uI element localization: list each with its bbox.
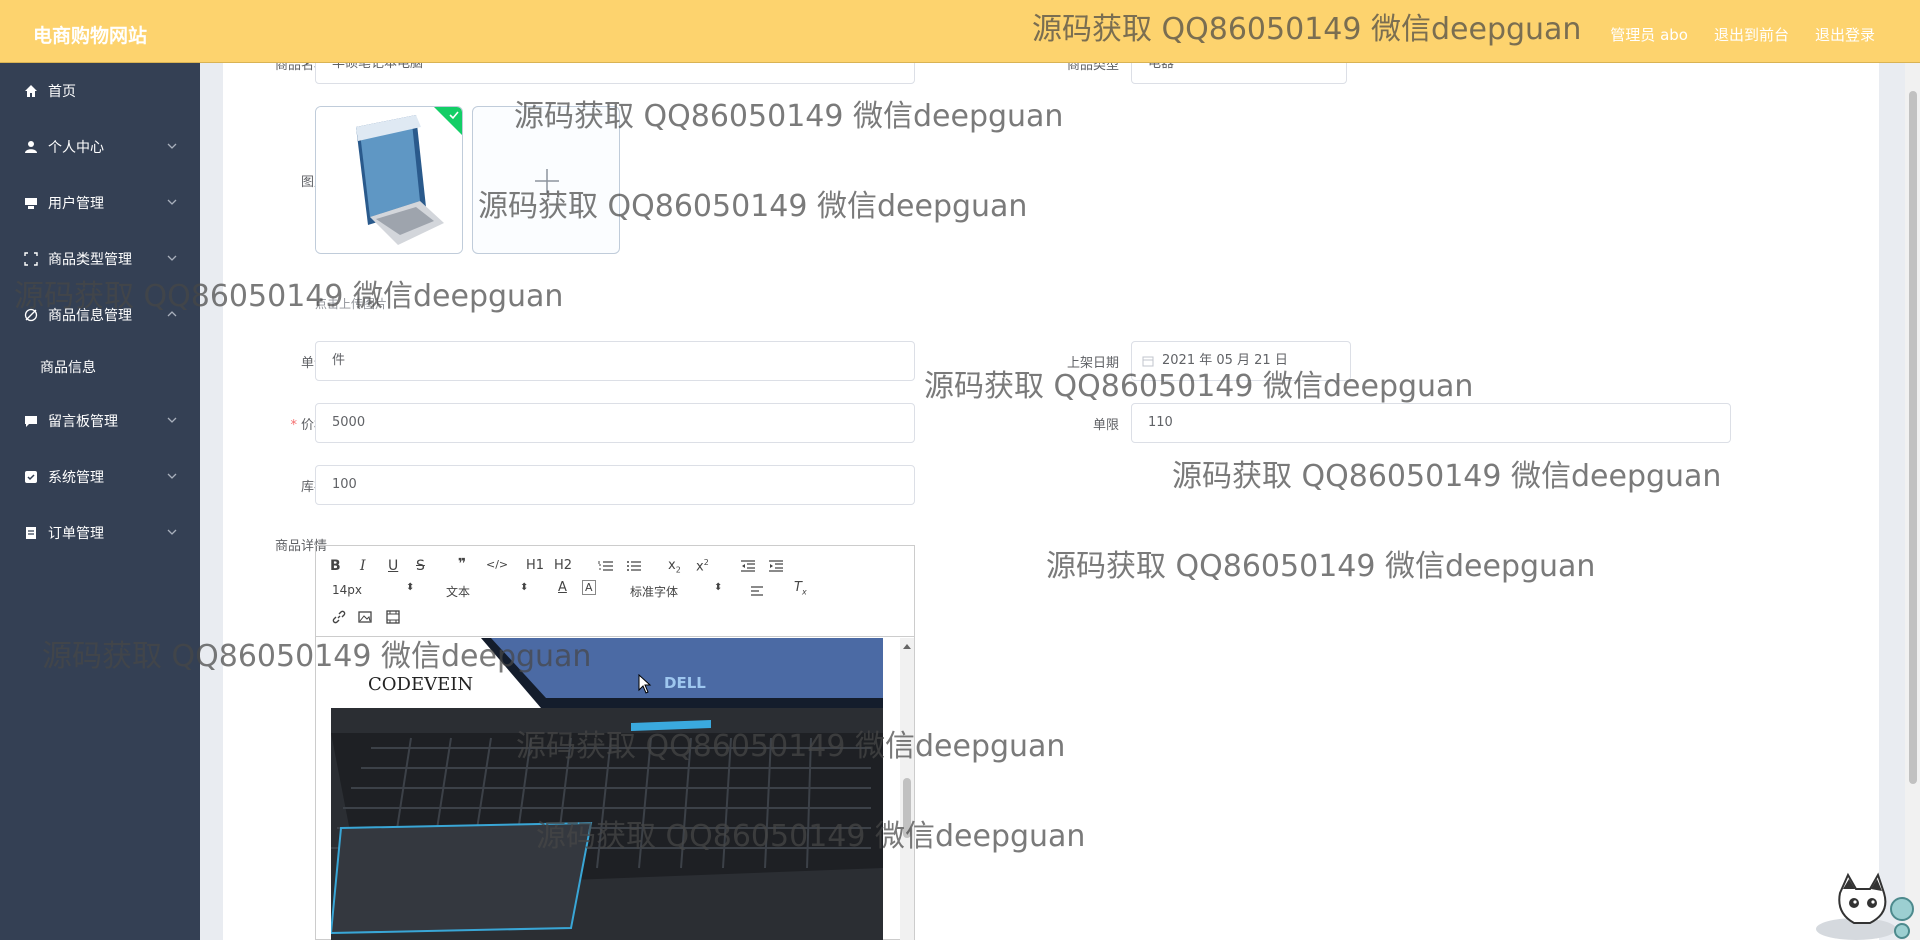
ordered-list-icon[interactable] [598,560,614,572]
home-icon [24,84,38,98]
italic-button[interactable]: I [360,558,366,574]
top-header: 电商购物网站 管理员 abo 退出到前台 退出登录 [0,0,1920,63]
sidebar-item-label: 订单管理 [48,526,104,542]
chevron-updown-icon: ⬍ [714,582,723,593]
font-size-select[interactable]: 14px [332,583,362,597]
chevron-down-icon [166,414,178,426]
page-scroll-thumb[interactable] [1909,91,1917,784]
sidebar-item-messages[interactable]: 留言板管理 [0,401,200,441]
bold-button[interactable]: B [330,558,341,574]
sidebar-subitem-goods-info[interactable]: 商品信息 [0,347,200,387]
goods-icon [24,308,38,322]
unit-input[interactable]: 件 [315,341,915,381]
indent-icon[interactable] [768,560,784,572]
calendar-icon [1142,356,1154,367]
sidebar-item-orders[interactable]: 订单管理 [0,513,200,553]
site-brand: 电商购物网站 [33,25,148,47]
header-1-button[interactable]: H1 [526,558,544,573]
page-scrollbar[interactable] [1905,63,1920,940]
user-icon [24,140,38,154]
sidebar-item-label: 首页 [48,84,76,100]
laptop-detail-image: CODEVEIN DELL [331,638,883,940]
chevron-down-icon [166,470,178,482]
category-icon [24,252,38,266]
outdent-icon[interactable] [740,560,756,572]
scroll-up-arrow[interactable] [903,644,911,649]
date-label: 上架日期 [1066,356,1119,371]
header-2-button[interactable]: H2 [554,558,572,573]
align-icon[interactable] [750,585,764,597]
code-block-button[interactable]: </> [486,558,508,571]
system-icon [24,470,38,484]
check-icon [449,111,459,120]
logout-link[interactable]: 退出登录 [1815,24,1875,45]
cat-mascot-icon [1816,872,1914,940]
limit-label: 单限 [1092,418,1119,433]
order-icon [24,526,38,540]
stock-input[interactable]: 100 [315,465,915,505]
mouse-cursor-icon [638,674,652,694]
bullet-list-icon[interactable] [626,560,642,572]
upload-button[interactable] [472,106,620,254]
sidebar-item-label: 个人中心 [48,140,104,156]
editor-scrollbar[interactable] [900,638,914,940]
video-icon[interactable] [386,610,400,624]
sidebar-item-label: 留言板管理 [48,414,118,430]
type-select[interactable]: 电器 [1131,63,1347,84]
clear-format-button[interactable]: Tx [794,580,807,597]
admin-user-link[interactable]: 管理员 abo [1610,24,1688,45]
chevron-updown-icon: ⬍ [520,582,529,593]
chevron-down-icon [166,196,178,208]
subscript-button[interactable]: x2 [668,558,681,575]
sidebar-item-personal[interactable]: 个人中心 [0,127,200,167]
chevron-up-icon [166,308,178,320]
editor-content[interactable]: CODEVEIN DELL [331,638,883,940]
date-value: 2021 年 05 月 21 日 [1162,353,1288,368]
font-color-button[interactable]: A [558,580,567,595]
price-input[interactable]: 5000 [315,403,915,443]
chevron-down-icon [166,252,178,264]
chevron-updown-icon: ⬍ [406,582,415,593]
sidebar-item-label: 系统管理 [48,470,104,486]
users-icon [24,196,38,210]
blockquote-button[interactable]: ❞ [458,556,466,572]
sidebar-item-system[interactable]: 系统管理 [0,457,200,497]
upload-tip: 点击上传图片 [315,297,388,311]
chevron-down-icon [166,526,178,538]
goods-form-card: 商品名称 华硕笔记本电脑 商品类型 电器 图片 点击上传图片 单位 件 上架日期 [223,63,1879,940]
link-icon[interactable] [332,610,346,624]
code-vein-caption: CODEVEIN [368,674,473,695]
uploaded-image-thumb[interactable] [315,106,463,254]
back-to-front-link[interactable]: 退出到前台 [1714,24,1789,45]
sidebar: 首页 个人中心 用户管理 商品类型管理 商品信息管理 商品信息 留言板管理 系统… [0,63,200,940]
background-color-button[interactable]: A [582,580,596,595]
main-content: 商品名称 华硕笔记本电脑 商品类型 电器 图片 点击上传图片 单位 件 上架日期 [200,63,1920,940]
sidebar-item-category[interactable]: 商品类型管理 [0,239,200,279]
date-picker[interactable]: 2021 年 05 月 21 日 [1131,341,1351,381]
required-mark: * [290,418,297,433]
rich-text-editor: B I U S ❞ </> H1 H2 x2 x2 14px ⬍ 文本 ⬍ A … [315,545,915,940]
sidebar-item-users[interactable]: 用户管理 [0,183,200,223]
paragraph-select[interactable]: 文本 [446,583,470,600]
editor-scroll-thumb[interactable] [903,778,911,838]
message-icon [24,414,38,428]
name-input[interactable]: 华硕笔记本电脑 [315,63,915,84]
editor-toolbar: B I U S ❞ </> H1 H2 x2 x2 14px ⬍ 文本 ⬍ A … [316,546,914,637]
sidebar-item-home[interactable]: 首页 [0,71,200,111]
underline-button[interactable]: U [388,558,398,574]
sidebar-item-label: 用户管理 [48,196,104,212]
font-family-select[interactable]: 标准字体 [630,583,678,600]
chevron-down-icon [166,140,178,152]
sidebar-item-goods[interactable]: 商品信息管理 [0,295,200,335]
strike-button[interactable]: S [416,558,425,574]
image-icon[interactable] [358,610,372,624]
dell-logo: DELL [664,674,706,692]
header-links: 管理员 abo 退出到前台 退出登录 [1610,24,1875,45]
sidebar-item-label: 商品信息管理 [48,308,132,324]
limit-input[interactable]: 110 [1131,403,1731,443]
sidebar-item-label: 商品类型管理 [48,252,132,268]
superscript-button[interactable]: x2 [696,558,709,574]
plus-icon [535,169,559,193]
type-label: 商品类型 [1066,63,1119,73]
